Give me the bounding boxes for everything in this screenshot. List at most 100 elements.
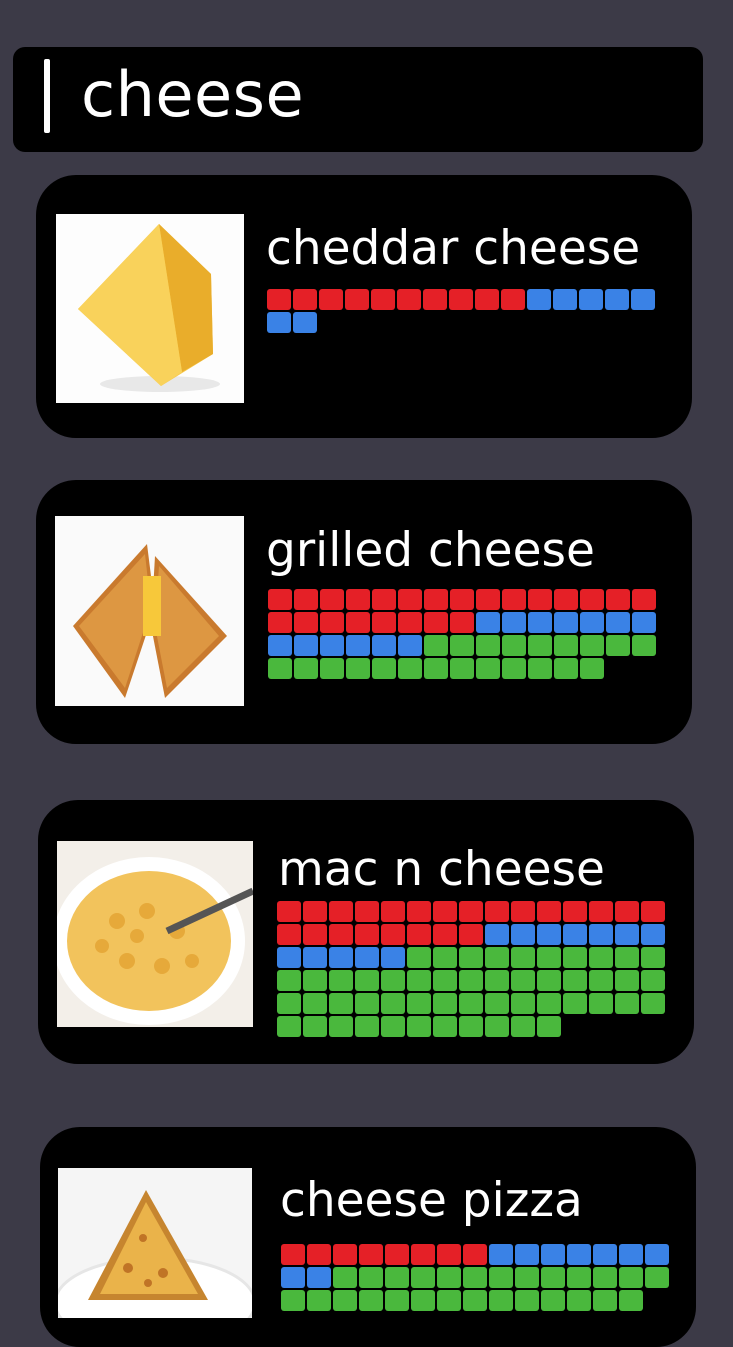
green-square [593, 1267, 617, 1288]
nutrition-grid [267, 289, 657, 333]
red-square [268, 612, 292, 633]
green-square [303, 1016, 327, 1037]
red-square [355, 901, 379, 922]
blue-square [527, 289, 551, 310]
green-square [281, 1290, 305, 1311]
blue-square [528, 612, 552, 633]
green-square [615, 970, 639, 991]
blue-square [268, 635, 292, 656]
red-square [329, 924, 353, 945]
green-square [346, 658, 370, 679]
red-square [319, 289, 343, 310]
green-square [407, 1016, 431, 1037]
red-square [381, 901, 405, 922]
red-square [450, 612, 474, 633]
blue-square [580, 612, 604, 633]
green-square [511, 947, 535, 968]
blue-square [346, 635, 370, 656]
red-square [320, 612, 344, 633]
red-square [476, 589, 500, 610]
green-square [381, 993, 405, 1014]
search-input[interactable]: cheese [81, 55, 304, 135]
result-card[interactable]: cheddar cheese [36, 175, 692, 438]
blue-square [320, 635, 344, 656]
green-square [303, 970, 327, 991]
red-square [424, 612, 448, 633]
red-square [333, 1244, 357, 1265]
blue-square [277, 947, 301, 968]
green-square [411, 1267, 435, 1288]
green-square [459, 947, 483, 968]
red-square [371, 289, 395, 310]
green-square [355, 970, 379, 991]
green-square [528, 658, 552, 679]
green-square [537, 970, 561, 991]
green-square [567, 1290, 591, 1311]
green-square [381, 1016, 405, 1037]
red-square [449, 289, 473, 310]
green-square [329, 970, 353, 991]
green-square [333, 1290, 357, 1311]
blue-square [632, 612, 656, 633]
green-square [437, 1290, 461, 1311]
blue-square [502, 612, 526, 633]
blue-square [554, 612, 578, 633]
blue-square [293, 312, 317, 333]
green-square [485, 1016, 509, 1037]
blue-square [355, 947, 379, 968]
blue-square [489, 1244, 513, 1265]
green-square [645, 1267, 669, 1288]
blue-square [303, 947, 327, 968]
green-square [515, 1290, 539, 1311]
green-square [424, 635, 448, 656]
green-square [355, 993, 379, 1014]
red-square [459, 924, 483, 945]
red-square [346, 612, 370, 633]
red-square [424, 589, 448, 610]
red-square [511, 901, 535, 922]
result-title: cheddar cheese [266, 221, 641, 276]
green-square [541, 1290, 565, 1311]
green-square [307, 1290, 331, 1311]
blue-square [619, 1244, 643, 1265]
blue-square [593, 1244, 617, 1265]
blue-square [631, 289, 655, 310]
green-square [489, 1267, 513, 1288]
green-square [528, 635, 552, 656]
red-square [459, 901, 483, 922]
result-title: mac n cheese [278, 842, 605, 897]
text-cursor [44, 59, 50, 133]
red-square [303, 924, 327, 945]
green-square [359, 1290, 383, 1311]
green-square [333, 1267, 357, 1288]
green-square [563, 993, 587, 1014]
mac-n-cheese-image [57, 841, 253, 1027]
search-bar[interactable]: cheese [13, 47, 703, 152]
green-square [411, 1290, 435, 1311]
green-square [537, 993, 561, 1014]
blue-square [476, 612, 500, 633]
red-square [411, 1244, 435, 1265]
green-square [515, 1267, 539, 1288]
blue-square [267, 312, 291, 333]
green-square [563, 970, 587, 991]
green-square [355, 1016, 379, 1037]
green-square [485, 947, 509, 968]
green-square [303, 993, 327, 1014]
red-square [563, 901, 587, 922]
blue-square [485, 924, 509, 945]
red-square [641, 901, 665, 922]
red-square [320, 589, 344, 610]
green-square [554, 635, 578, 656]
green-square [615, 947, 639, 968]
green-square [502, 635, 526, 656]
result-card[interactable]: grilled cheese [36, 480, 692, 744]
green-square [593, 1290, 617, 1311]
green-square [268, 658, 292, 679]
red-square [267, 289, 291, 310]
red-square [502, 589, 526, 610]
result-card[interactable]: cheese pizza [40, 1127, 696, 1347]
green-square [329, 993, 353, 1014]
result-card[interactable]: mac n cheese [38, 800, 694, 1064]
green-square [294, 658, 318, 679]
